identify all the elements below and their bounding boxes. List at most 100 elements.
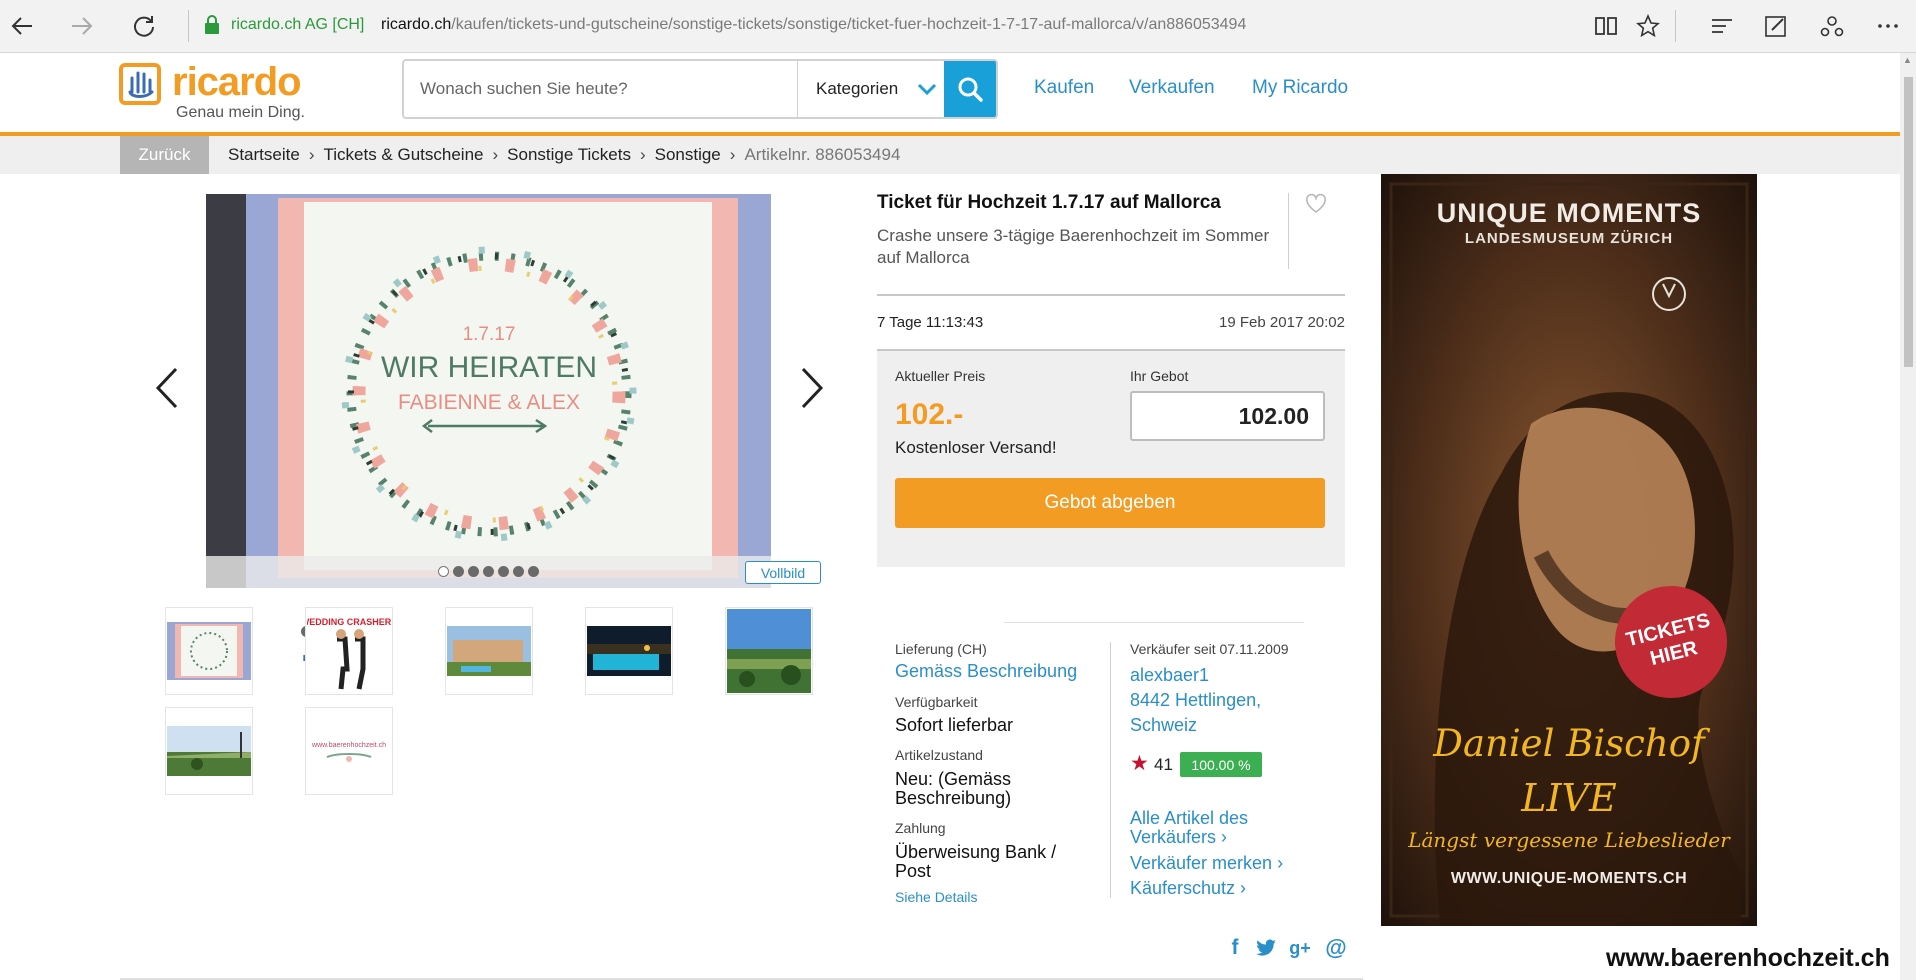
- title-divider: [1288, 193, 1289, 269]
- gallery-dot[interactable]: [513, 566, 524, 577]
- forward-arrow-icon[interactable]: [64, 8, 100, 44]
- item-subtitle: Crashe unsere 3-tägige Baerenhochzeit im…: [877, 226, 1270, 267]
- breadcrumb-separator: ›: [729, 145, 736, 164]
- search-button[interactable]: [944, 61, 996, 117]
- availability-label: Verfügbarkeit: [895, 694, 978, 710]
- delivery-label: Lieferung (CH): [895, 641, 987, 657]
- current-price: 102.-: [895, 398, 964, 431]
- fullscreen-button[interactable]: Vollbild: [745, 561, 821, 584]
- seller-since: Verkäufer seit 07.11.2009: [1130, 641, 1289, 657]
- refresh-icon[interactable]: [126, 8, 162, 44]
- card-names: FABIENNE & ALEX: [398, 391, 580, 414]
- payment-value: Post: [895, 861, 932, 881]
- all-seller-items-link[interactable]: Alle Artikel des: [1130, 809, 1248, 828]
- wedding-card-image: 1.7.17 WIR HEIRATEN FABIENNE & ALEX: [206, 194, 771, 588]
- thumbnail[interactable]: WEDDING CRASHERS: [305, 607, 393, 695]
- ad-artist: Daniel Bischof: [1433, 722, 1705, 765]
- search-input[interactable]: [404, 61, 797, 117]
- nav-buy[interactable]: Kaufen: [1034, 77, 1094, 99]
- gallery-dot[interactable]: [438, 566, 449, 577]
- condition-value: Neu: (Gemäss: [895, 769, 1012, 789]
- category-dropdown[interactable]: Kategorien: [798, 61, 948, 117]
- ad-url: WWW.UNIQUE-MOMENTS.CH: [1450, 870, 1688, 887]
- breadcrumb-separator: ›: [308, 145, 315, 164]
- see-details-link[interactable]: Siehe Details: [895, 889, 978, 905]
- thumbnail[interactable]: [165, 707, 253, 795]
- gallery-dot[interactable]: [483, 566, 494, 577]
- previous-image-icon[interactable]: [150, 365, 184, 411]
- thumbnail[interactable]: [725, 607, 813, 695]
- twitter-icon[interactable]: [1254, 936, 1278, 960]
- search-icon: [958, 77, 983, 102]
- card-date: 1.7.17: [463, 324, 516, 345]
- favorite-star-icon[interactable]: [1632, 10, 1664, 42]
- main-image[interactable]: 1.7.17 WIR HEIRATEN FABIENNE & ALEX: [206, 194, 771, 588]
- address-bar[interactable]: ricardo.ch/kaufen/tickets-und-gutscheine…: [381, 16, 1246, 34]
- payment-label: Zahlung: [895, 820, 946, 836]
- back-button[interactable]: Zurück: [120, 136, 209, 174]
- breadcrumb-item[interactable]: Tickets & Gutscheine: [323, 145, 483, 164]
- bid-input[interactable]: [1130, 391, 1325, 441]
- bid-label: Ihr Gebot: [1130, 368, 1189, 384]
- logo-wordmark: ricardo.ch: [172, 60, 356, 670]
- breadcrumb-item[interactable]: Sonstige Tickets: [507, 145, 631, 164]
- current-price-label: Aktueller Preis: [895, 368, 986, 384]
- google-plus-icon[interactable]: g+: [1288, 936, 1312, 960]
- place-bid-button[interactable]: Gebot abgeben: [895, 478, 1325, 528]
- availability-value: Sofort lieferbar: [895, 715, 1014, 735]
- reading-view-icon[interactable]: [1590, 10, 1622, 42]
- gallery-dot[interactable]: [528, 566, 539, 577]
- heart-icon[interactable]: [1305, 193, 1327, 215]
- breadcrumb-item[interactable]: Startseite: [228, 145, 300, 164]
- page-scrollbar[interactable]: ▲: [1900, 53, 1916, 980]
- breadcrumb-current: Artikelnr. 886053494: [744, 145, 901, 164]
- next-image-icon[interactable]: [795, 365, 829, 411]
- more-icon[interactable]: [1872, 10, 1904, 42]
- thumbnail[interactable]: [445, 607, 533, 695]
- thumbnail[interactable]: [165, 607, 253, 695]
- seller-location[interactable]: 8442 Hettlingen,: [1130, 691, 1261, 710]
- scroll-thumb[interactable]: [1904, 77, 1913, 367]
- follow-seller-link[interactable]: Verkäufer merken ›: [1130, 854, 1283, 873]
- web-note-icon[interactable]: [1760, 10, 1792, 42]
- thumbnail-image: [587, 626, 671, 676]
- lock-icon[interactable]: [204, 15, 220, 35]
- shipping-info: Kostenloser Versand!: [895, 438, 1057, 457]
- ad-tour: Längst vergessene Liebeslieder: [1408, 828, 1730, 852]
- chevron-down-icon: [917, 83, 937, 96]
- rating-count[interactable]: 41: [1154, 755, 1173, 775]
- email-icon[interactable]: @: [1324, 935, 1348, 960]
- back-arrow-icon[interactable]: [4, 8, 40, 44]
- breadcrumb-separator: ›: [639, 145, 646, 164]
- breadcrumb-item[interactable]: Sonstige: [655, 145, 721, 164]
- details-column-divider: [1110, 642, 1111, 898]
- breadcrumb-separator: ›: [492, 145, 499, 164]
- hub-icon[interactable]: [1706, 10, 1738, 42]
- thumbnail[interactable]: www.baerenhochzeit.ch: [305, 707, 393, 795]
- scroll-up-icon[interactable]: ▲: [1903, 55, 1912, 65]
- ricardo-logo[interactable]: ricardo.ch Genau mein Ding.: [118, 60, 358, 670]
- facebook-icon[interactable]: f: [1223, 936, 1247, 960]
- ad-live: LIVE: [1521, 776, 1617, 820]
- delivery-link[interactable]: Gemäss Beschreibung: [895, 659, 1077, 683]
- advertisement-banner[interactable]: UNIQUE MOMENTS LANDESMUSEUM ZÜRICH TICKE…: [1381, 174, 1757, 926]
- star-icon: ★: [1130, 752, 1149, 775]
- site-identity[interactable]: ricardo.ch AG [CH]: [231, 16, 364, 34]
- thumbnail[interactable]: [585, 607, 673, 695]
- gallery-dot[interactable]: [498, 566, 509, 577]
- seller-name-link[interactable]: alexbaer1: [1130, 666, 1209, 685]
- title-divider-line: [877, 294, 1345, 296]
- gallery-dot[interactable]: [468, 566, 479, 577]
- share-icon[interactable]: [1816, 10, 1848, 42]
- ad-title: UNIQUE MOMENTS: [1436, 198, 1702, 228]
- nav-sell[interactable]: Verkaufen: [1129, 77, 1215, 99]
- buyer-protection-link[interactable]: Käuferschutz ›: [1130, 879, 1246, 898]
- breadcrumb-trail: Startseite › Tickets & Gutscheine › Sonstige…: [228, 145, 900, 165]
- condition-value: Beschreibung): [895, 788, 1012, 808]
- seller-location[interactable]: Schweiz: [1130, 716, 1197, 735]
- gallery-dot[interactable]: [453, 566, 464, 577]
- nav-my-ricardo[interactable]: My Ricardo: [1252, 77, 1348, 99]
- all-seller-items-link[interactable]: Verkäufers ›: [1130, 828, 1227, 847]
- logo-tagline: Genau mein Ding.: [176, 104, 305, 121]
- payment-value: Überweisung Bank /: [895, 842, 1057, 862]
